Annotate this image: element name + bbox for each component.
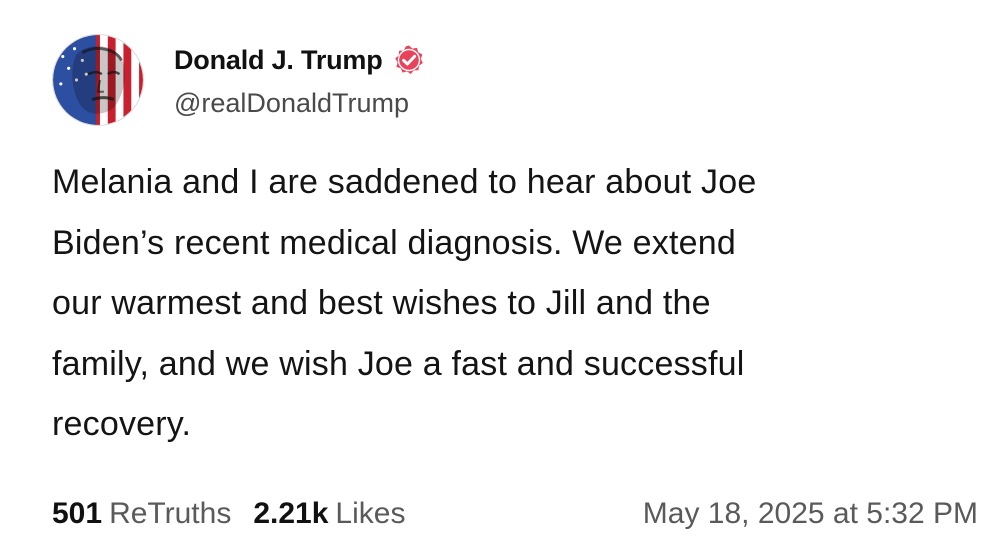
post-body-line: family, and we wish Joe a fast and succe…: [52, 344, 745, 383]
post-footer: 501 ReTruths 2.21k Likes May 18, 2025 at…: [52, 492, 978, 536]
post-body-line: Biden’s recent medical diagnosis. We ext…: [52, 223, 736, 262]
post-body-line: recovery.: [52, 405, 192, 443]
likes-count: 2.21k: [253, 497, 329, 530]
post-body: Melania and I are saddened to hear about…: [52, 152, 952, 455]
author-avatar[interactable]: [52, 34, 144, 126]
verified-check-icon: [393, 44, 425, 76]
retruths-count: 501: [52, 497, 103, 530]
retruths-stat[interactable]: 501 ReTruths: [52, 497, 231, 531]
post-body-line: Melania and I are saddened to hear about…: [52, 163, 757, 201]
flag-portrait-avatar-icon: [53, 35, 143, 125]
retruths-label: ReTruths: [109, 497, 232, 530]
likes-label: Likes: [335, 497, 406, 530]
author-name-row: Donald J. Trump: [174, 40, 425, 80]
likes-stat[interactable]: 2.21k Likes: [253, 497, 405, 531]
post-body-line: our warmest and best wishes to Jill and …: [52, 284, 711, 322]
author-display-name[interactable]: Donald J. Trump: [174, 45, 383, 76]
post-timestamp[interactable]: May 18, 2025 at 5:32 PM: [643, 497, 978, 531]
author-handle[interactable]: @realDonaldTrump: [174, 88, 409, 119]
truth-social-post: Donald J. Trump @realDonaldTrump Melania…: [0, 0, 1000, 556]
